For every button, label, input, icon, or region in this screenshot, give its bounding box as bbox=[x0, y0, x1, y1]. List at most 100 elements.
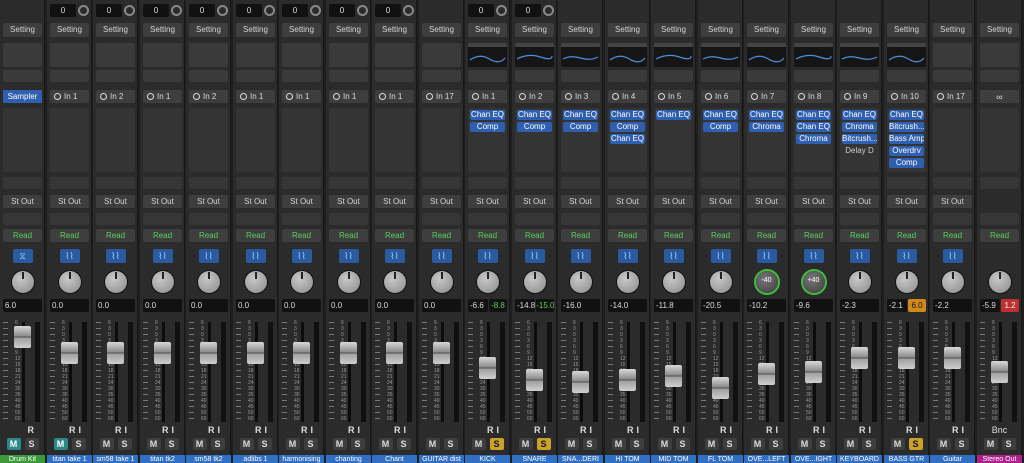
automation-read-button[interactable]: Read bbox=[189, 229, 228, 242]
gain-value[interactable]: 0 bbox=[189, 4, 215, 17]
automation-read-button[interactable]: Read bbox=[794, 229, 833, 242]
solo-button[interactable]: S bbox=[489, 438, 504, 450]
fader[interactable]: 6303691215182124303540455060 bbox=[608, 320, 647, 422]
record-button[interactable]: R bbox=[255, 425, 262, 436]
gain-knob-icon[interactable] bbox=[264, 5, 275, 16]
sends-slot[interactable] bbox=[747, 177, 786, 189]
eq-thumbnail[interactable] bbox=[96, 43, 135, 67]
instrument-slot[interactable] bbox=[50, 70, 89, 82]
track-name[interactable]: GUITAR dist bbox=[419, 455, 464, 463]
input-button[interactable]: In 4 bbox=[608, 90, 647, 103]
pan-knob[interactable] bbox=[11, 271, 34, 293]
group-slot[interactable] bbox=[422, 213, 461, 225]
plugin-slot[interactable]: Comp bbox=[610, 122, 645, 132]
input-button[interactable]: In 10 bbox=[887, 90, 926, 103]
fader-cap[interactable] bbox=[805, 361, 822, 383]
group-slot[interactable] bbox=[375, 213, 414, 225]
setting-button[interactable]: Setting bbox=[468, 23, 507, 37]
instrument-slot[interactable] bbox=[329, 70, 368, 82]
eq-thumbnail[interactable] bbox=[422, 43, 461, 67]
input-monitor-button[interactable]: I bbox=[403, 425, 406, 436]
setting-button[interactable]: Setting bbox=[3, 23, 42, 37]
eq-thumbnail[interactable] bbox=[933, 43, 972, 67]
output-button[interactable]: St Out bbox=[422, 195, 461, 208]
output-button[interactable]: St Out bbox=[887, 195, 926, 208]
pan-knob[interactable] bbox=[709, 271, 732, 293]
output-button[interactable]: St Out bbox=[794, 195, 833, 208]
group-slot[interactable] bbox=[189, 213, 228, 225]
fader-cap[interactable] bbox=[712, 377, 729, 399]
solo-button[interactable]: S bbox=[396, 438, 411, 450]
group-slot[interactable] bbox=[468, 213, 507, 225]
instrument-slot[interactable] bbox=[933, 70, 972, 82]
eq-thumbnail[interactable] bbox=[50, 43, 89, 67]
audio-fx-slots[interactable] bbox=[933, 108, 972, 172]
setting-button[interactable]: Setting bbox=[933, 23, 972, 37]
output-button[interactable]: St Out bbox=[561, 195, 600, 208]
peak-value[interactable]: 1.2 bbox=[1001, 299, 1019, 312]
gain-knob-icon[interactable] bbox=[357, 5, 368, 16]
input-monitor-button[interactable]: I bbox=[915, 425, 918, 436]
pan-control[interactable] bbox=[329, 270, 368, 294]
gain-control[interactable]: 0 bbox=[282, 4, 321, 17]
sends-slot[interactable] bbox=[236, 177, 275, 189]
record-button[interactable]: R bbox=[301, 425, 308, 436]
mute-button[interactable]: M bbox=[750, 438, 765, 450]
sends-slot[interactable] bbox=[561, 177, 600, 189]
volume-value[interactable]: 0.0 bbox=[143, 299, 182, 312]
gain-value[interactable]: 0 bbox=[50, 4, 76, 17]
instrument-slot[interactable] bbox=[468, 70, 507, 82]
plugin-slot[interactable]: Chan EQ bbox=[749, 110, 784, 120]
setting-button[interactable]: Setting bbox=[96, 23, 135, 37]
volume-value[interactable]: -9.6 bbox=[794, 299, 833, 312]
volume-value[interactable]: 0.0 bbox=[96, 299, 135, 312]
record-button[interactable]: R bbox=[534, 425, 541, 436]
automation-read-button[interactable]: Read bbox=[282, 229, 321, 242]
output-button[interactable]: St Out bbox=[236, 195, 275, 208]
pan-knob[interactable] bbox=[58, 271, 81, 293]
volume-value[interactable]: 0.0 bbox=[329, 299, 368, 312]
pan-knob[interactable] bbox=[523, 271, 546, 293]
fader-cap[interactable] bbox=[247, 342, 264, 364]
automation-read-button[interactable]: Read bbox=[422, 229, 461, 242]
audio-fx-slots[interactable] bbox=[282, 108, 321, 172]
record-button[interactable]: R bbox=[906, 425, 913, 436]
solo-button[interactable]: S bbox=[675, 438, 690, 450]
gain-value[interactable]: 0 bbox=[375, 4, 401, 17]
pan-control[interactable] bbox=[840, 270, 879, 294]
pan-control[interactable] bbox=[422, 270, 461, 294]
track-name[interactable]: HI TOM bbox=[605, 455, 650, 463]
setting-button[interactable]: Setting bbox=[422, 23, 461, 37]
output-button[interactable]: St Out bbox=[654, 195, 693, 208]
group-slot[interactable] bbox=[3, 213, 42, 225]
fader[interactable]: 6303691215182124303540455060 bbox=[189, 320, 228, 422]
solo-button[interactable]: S bbox=[722, 438, 737, 450]
pan-control[interactable] bbox=[282, 270, 321, 294]
instrument-slot[interactable] bbox=[701, 70, 740, 82]
fader[interactable]: 6303691215182124303540455060 bbox=[50, 320, 89, 422]
fader-cap[interactable] bbox=[526, 369, 543, 391]
sends-slot[interactable] bbox=[50, 177, 89, 189]
fader[interactable]: 6303691215182124303540455060 bbox=[329, 320, 368, 422]
input-monitor-button[interactable]: I bbox=[171, 425, 174, 436]
input-button[interactable]: In 1 bbox=[282, 90, 321, 103]
gain-knob-icon[interactable] bbox=[543, 5, 554, 16]
record-button[interactable]: R bbox=[673, 425, 680, 436]
track-name[interactable]: SNA...DERI bbox=[558, 455, 603, 463]
setting-button[interactable]: Setting bbox=[282, 23, 321, 37]
sends-slot[interactable] bbox=[143, 177, 182, 189]
automation-read-button[interactable]: Read bbox=[887, 229, 926, 242]
record-button[interactable]: R bbox=[813, 425, 820, 436]
volume-value[interactable]: 6.0 bbox=[3, 299, 42, 312]
output-button[interactable]: St Out bbox=[329, 195, 368, 208]
fader[interactable]: 6303691215182124303540455060 bbox=[236, 320, 275, 422]
automation-read-button[interactable]: Read bbox=[608, 229, 647, 242]
input-button[interactable]: In 8 bbox=[794, 90, 833, 103]
pan-control[interactable] bbox=[933, 270, 972, 294]
group-slot[interactable] bbox=[887, 213, 926, 225]
group-slot[interactable] bbox=[980, 213, 1019, 225]
eq-thumbnail[interactable] bbox=[329, 43, 368, 67]
fader[interactable]: 6303691215182124303540455060 bbox=[887, 320, 926, 422]
input-monitor-button[interactable]: I bbox=[496, 425, 499, 436]
eq-thumbnail[interactable] bbox=[747, 43, 786, 67]
